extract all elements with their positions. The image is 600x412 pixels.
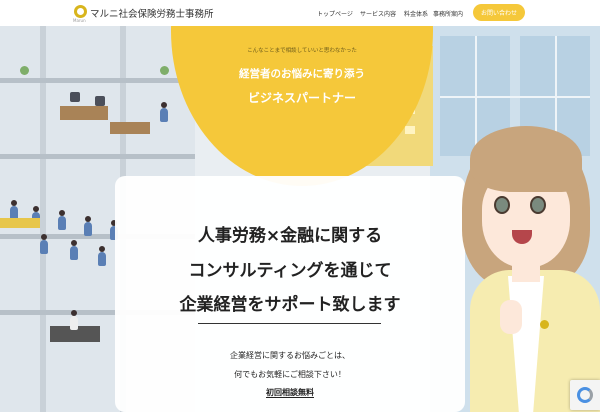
headline-line-1: 人事労務×金融に関する — [197, 226, 383, 246]
character-eye-right — [530, 196, 546, 214]
tagline-primary: 経営者のお悩みに寄り添う — [239, 68, 365, 80]
recaptcha-badge[interactable] — [570, 380, 600, 410]
headline-line-3: 企業経営をサポート致します — [179, 295, 401, 315]
character-hand — [500, 300, 522, 334]
character-bangs — [470, 126, 582, 192]
subtext-line-2: 何でもお気軽にご相談下さい！ — [234, 370, 346, 379]
nav-services[interactable]: サービス内容 — [360, 9, 396, 18]
nav-pricing[interactable]: 料金体系 — [404, 9, 428, 18]
character-badge — [540, 320, 549, 329]
subtext-line-1: 企業経営に関するお悩みごとは、 — [230, 351, 350, 360]
recaptcha-icon — [577, 387, 593, 403]
character-eye-left — [494, 196, 510, 214]
headline-line-2: コンサルティングを通じて — [188, 261, 392, 281]
logo-icon[interactable] — [74, 5, 87, 18]
free-consultation-link[interactable]: 初回相談無料 — [115, 387, 465, 398]
tagline-small: こんなことまで相談していいと思わなかった — [247, 48, 357, 54]
logo-subtext: Marun — [73, 18, 86, 23]
site-name[interactable]: マルニ社会保険労務士事務所 — [90, 6, 214, 20]
site-header: Marun マルニ社会保険労務士事務所 トップページ サービス内容 料金体系 事… — [0, 0, 600, 26]
nav-office-info[interactable]: 事務所案内 — [433, 9, 463, 18]
contact-button[interactable]: お問い合わせ — [473, 4, 525, 21]
free-consultation-label[interactable]: 初回相談無料 — [266, 388, 314, 398]
tagline-secondary: ビジネスパートナー — [247, 91, 356, 105]
nav-top-page[interactable]: トップページ — [317, 9, 353, 18]
card-divider — [198, 323, 381, 324]
